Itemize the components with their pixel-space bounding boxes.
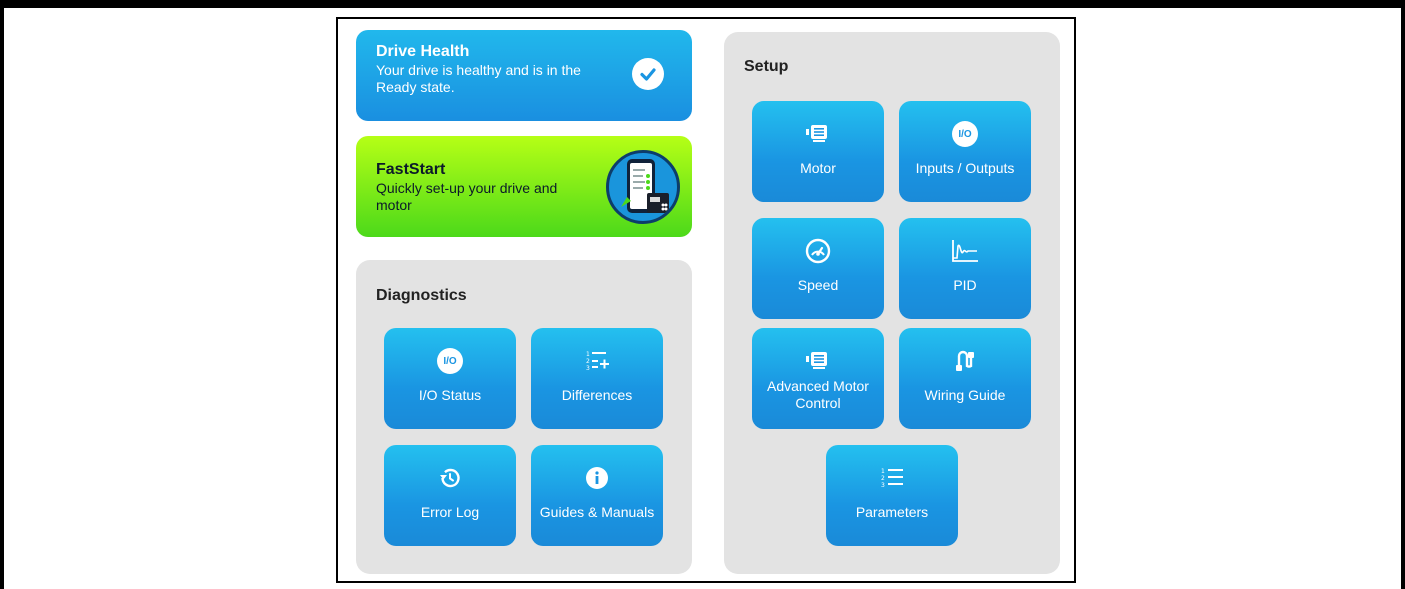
diagnostics-panel: Diagnostics I/O I/O Status 1 2 3 Differe… <box>356 260 692 574</box>
svg-text:1: 1 <box>881 468 885 475</box>
drive-health-description: Your drive is healthy and is in the Read… <box>376 62 581 95</box>
error-log-label: Error Log <box>420 504 480 520</box>
phone-drive-illustration <box>606 150 680 224</box>
info-icon <box>531 465 663 491</box>
pid-label: PID <box>953 277 977 293</box>
motor-label: Motor <box>800 160 836 176</box>
speed-tile[interactable]: Speed <box>752 218 884 319</box>
svg-text:3: 3 <box>586 365 590 372</box>
inputs-outputs-tile[interactable]: I/O Inputs / Outputs <box>899 101 1031 202</box>
pid-graph-icon <box>899 238 1031 264</box>
svg-text:2: 2 <box>881 475 885 482</box>
faststart-description: Quickly set-up your drive and motor <box>376 180 558 213</box>
svg-text:3: 3 <box>881 482 885 489</box>
setup-panel: Setup Motor I/O Inputs / Outputs Speed P… <box>724 32 1060 574</box>
differences-label: Differences <box>561 387 633 403</box>
wiring-icon <box>899 348 1031 374</box>
motor-icon <box>752 348 884 374</box>
io-icon: I/O <box>952 121 978 147</box>
differences-tile[interactable]: 1 2 3 Differences <box>531 328 663 429</box>
drive-health-title: Drive Health <box>376 43 470 60</box>
guides-manuals-label: Guides & Manuals <box>539 504 655 520</box>
svg-text:1: 1 <box>586 351 590 358</box>
error-log-tile[interactable]: Error Log <box>384 445 516 546</box>
motor-icon <box>752 121 884 147</box>
check-circle-icon <box>632 58 664 90</box>
guides-manuals-tile[interactable]: Guides & Manuals <box>531 445 663 546</box>
advanced-motor-control-label: Advanced Motor Control <box>767 378 869 411</box>
parameters-label: Parameters <box>855 504 929 520</box>
svg-text:2: 2 <box>586 358 590 365</box>
drive-health-card[interactable]: Drive Health Your drive is healthy and i… <box>356 30 692 121</box>
faststart-card[interactable]: FastStart Quickly set-up your drive and … <box>356 136 692 237</box>
io-status-tile[interactable]: I/O I/O Status <box>384 328 516 429</box>
numbered-list-icon: 1 2 3 <box>826 465 958 491</box>
motor-tile[interactable]: Motor <box>752 101 884 202</box>
speedometer-icon <box>752 238 884 264</box>
io-icon: I/O <box>437 348 463 374</box>
wiring-guide-label: Wiring Guide <box>924 387 1006 403</box>
io-status-label: I/O Status <box>418 387 482 403</box>
pid-tile[interactable]: PID <box>899 218 1031 319</box>
diagnostics-title: Diagnostics <box>376 287 467 304</box>
drive-app-home: Drive Health Your drive is healthy and i… <box>336 17 1076 583</box>
setup-title: Setup <box>744 58 789 75</box>
speed-label: Speed <box>797 277 839 293</box>
advanced-motor-control-tile[interactable]: Advanced Motor Control <box>752 328 884 429</box>
inputs-outputs-label: Inputs / Outputs <box>915 160 1015 176</box>
history-icon <box>384 465 516 491</box>
parameters-tile[interactable]: 1 2 3 Parameters <box>826 445 958 546</box>
wiring-guide-tile[interactable]: Wiring Guide <box>899 328 1031 429</box>
list-add-icon: 1 2 3 <box>531 348 663 374</box>
